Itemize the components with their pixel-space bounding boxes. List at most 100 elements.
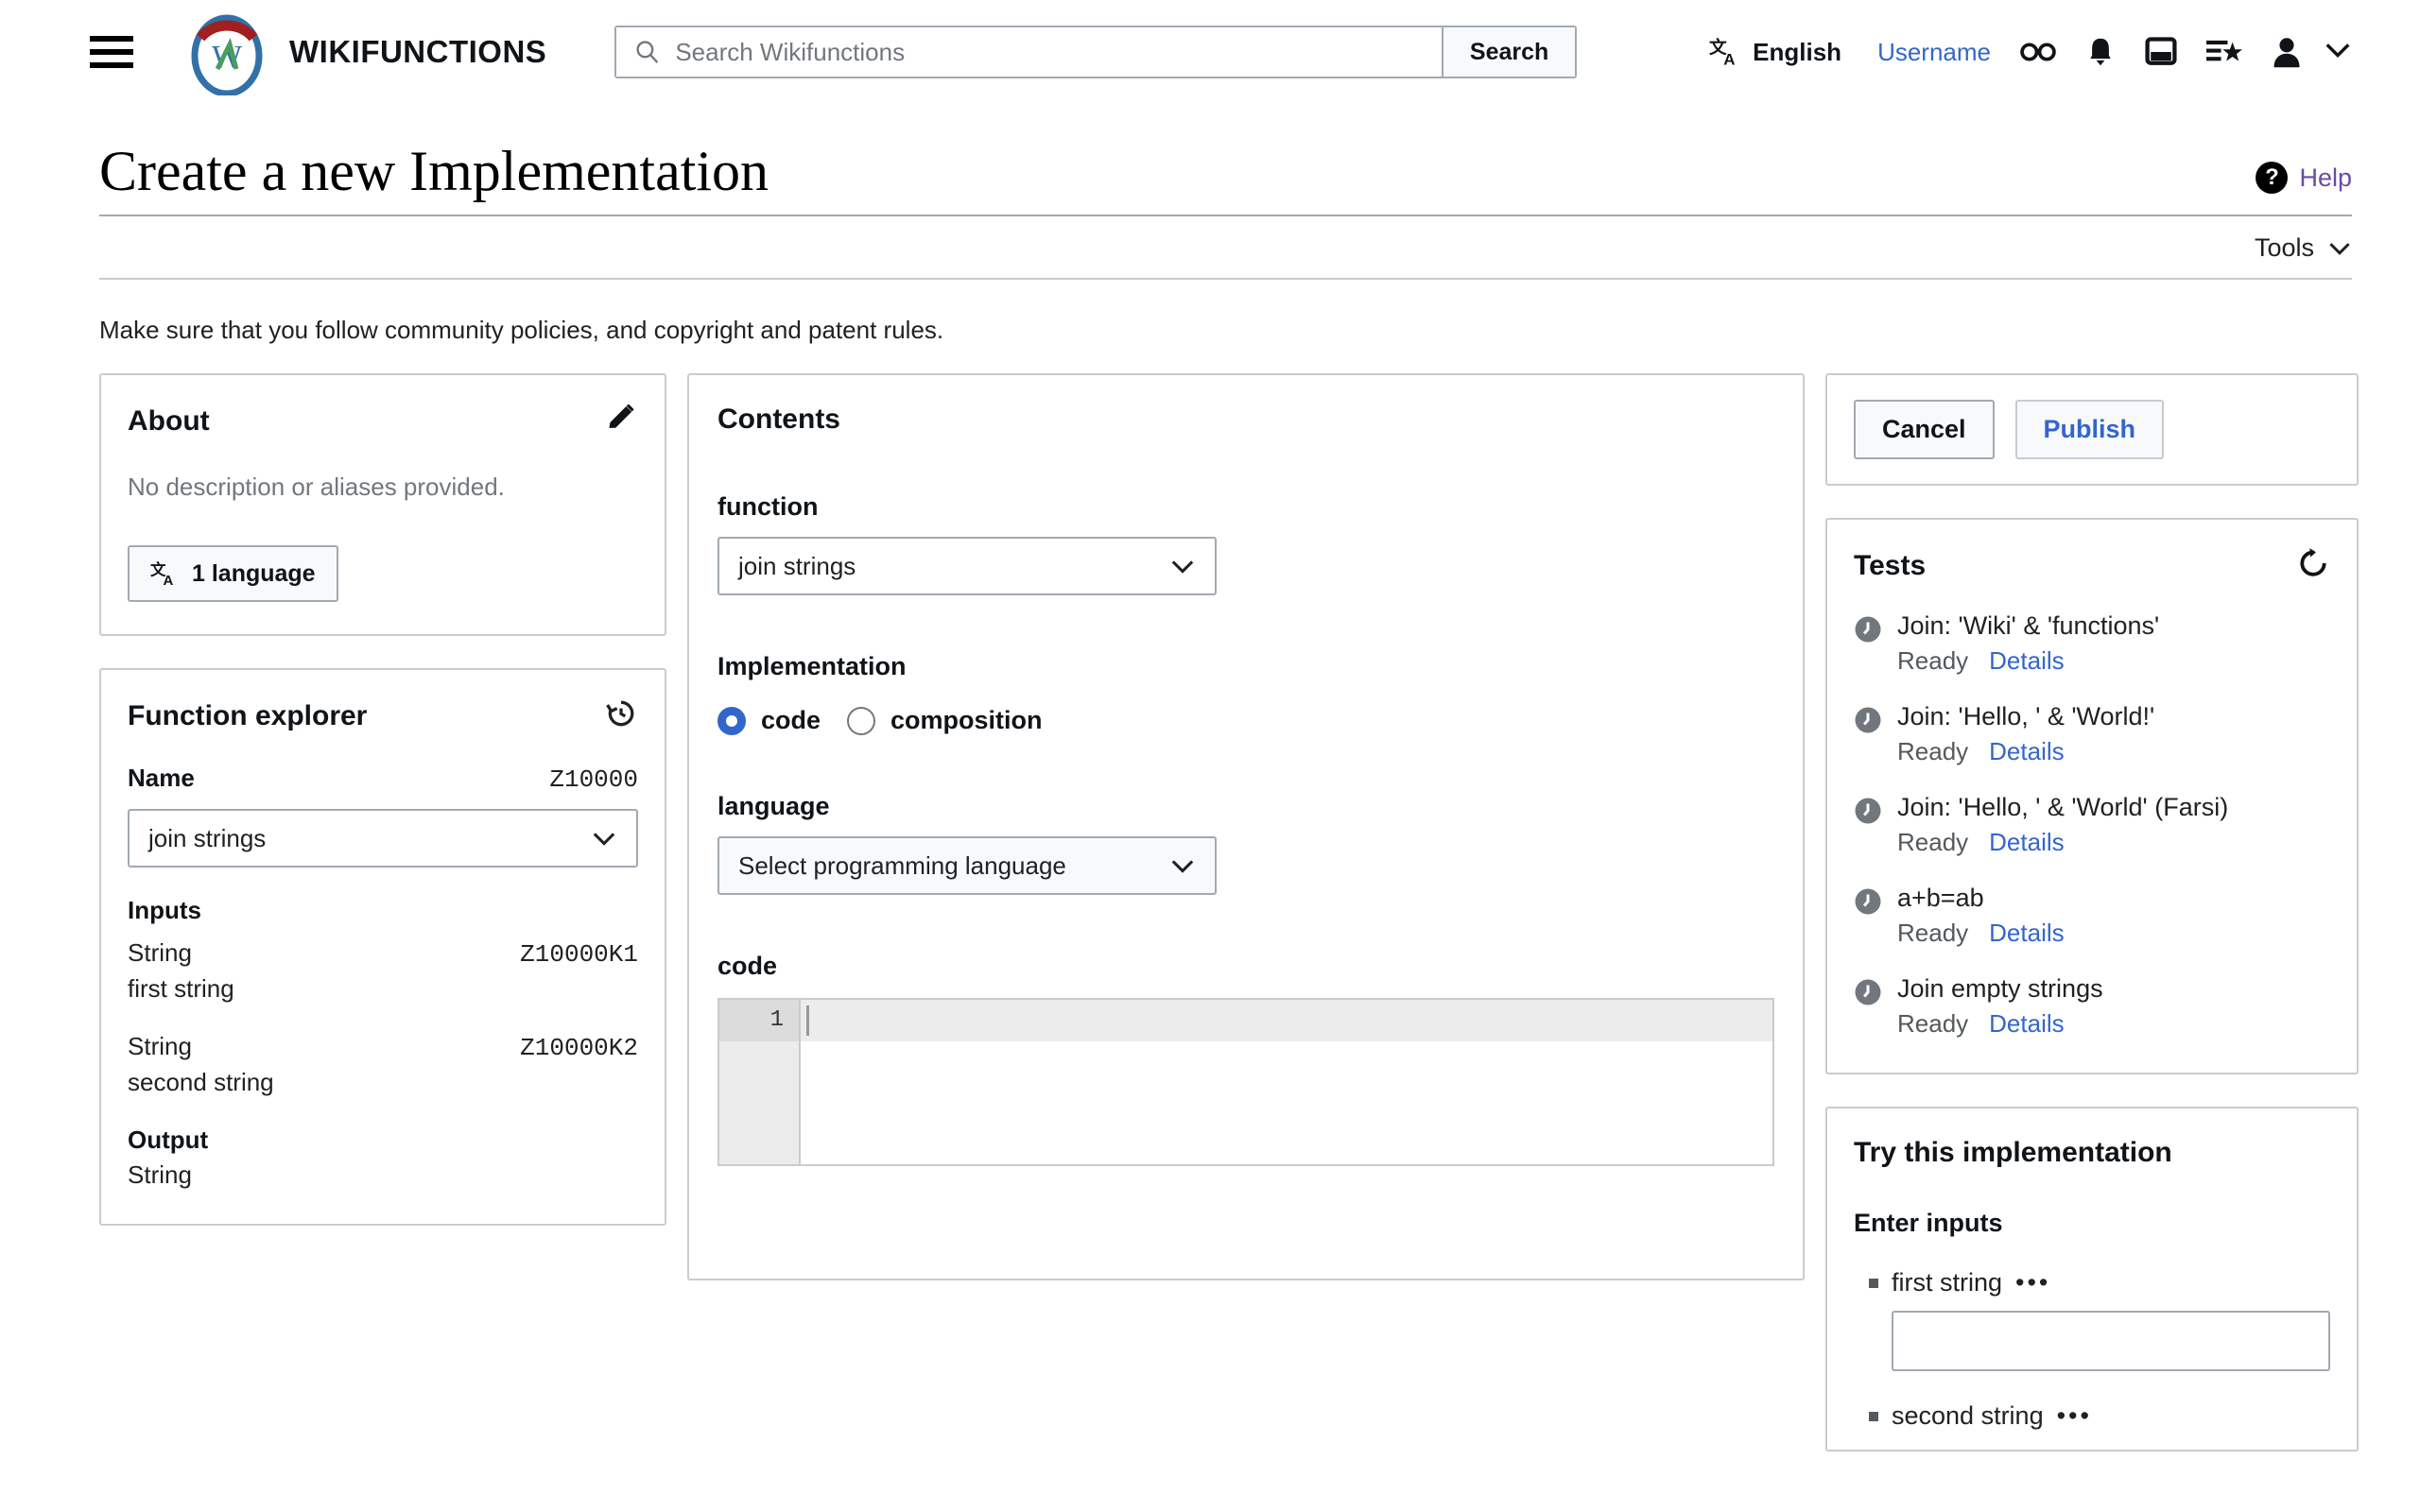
test-details-link[interactable]: Details <box>1989 646 2064 676</box>
code-gutter: 1 <box>719 1000 801 1164</box>
site-header: W WIKIFUNCTIONS Search 文 A English Usern… <box>0 0 2420 104</box>
about-card: About No description or aliases provided… <box>99 373 666 636</box>
test-details-link[interactable]: Details <box>1989 828 2064 857</box>
pencil-edit-icon[interactable] <box>604 402 638 440</box>
test-name: a+b=ab <box>1897 884 1984 912</box>
hamburger-menu-icon[interactable] <box>90 36 133 68</box>
test-row[interactable]: Join: 'Wiki' & 'functions' Ready Details <box>1854 611 2330 676</box>
watchlist-glasses-icon[interactable] <box>2019 37 2057 67</box>
language-select-value: Select programming language <box>738 850 1066 880</box>
function-explorer-title: Function explorer <box>128 699 368 731</box>
publish-button[interactable]: Publish <box>2014 400 2165 459</box>
contents-card: Contents function join strings Implement… <box>687 373 1805 1280</box>
bullet-square-icon <box>1869 1411 1878 1421</box>
tools-dropdown[interactable]: Tools <box>2255 233 2352 263</box>
about-header: About <box>128 402 638 440</box>
search-icon <box>636 41 659 63</box>
cancel-button[interactable]: Cancel <box>1854 400 1995 459</box>
user-avatar-icon[interactable] <box>2271 35 2303 69</box>
tools-label: Tools <box>2254 233 2314 262</box>
about-language-label: 1 language <box>192 559 316 587</box>
radio-code-label: code <box>761 706 821 734</box>
language-select[interactable]: Select programming language <box>717 836 1217 895</box>
chevron-down-icon <box>593 832 615 846</box>
search-box[interactable] <box>616 27 1442 77</box>
notification-bell-icon[interactable] <box>2085 35 2116 69</box>
test-details-link[interactable]: Details <box>1989 737 2064 766</box>
enter-inputs-label: Enter inputs <box>1854 1209 2003 1237</box>
test-row[interactable]: Join: 'Hello, ' & 'World!' Ready Details <box>1854 702 2330 766</box>
chevron-down-icon <box>1171 559 1194 574</box>
input-type: String <box>128 938 192 967</box>
code-text-area[interactable] <box>801 1000 1772 1164</box>
input-type: String <box>128 1032 192 1060</box>
function-zid: Z10000 <box>549 765 638 794</box>
about-title: About <box>128 404 210 437</box>
clock-pending-icon <box>1855 798 1881 824</box>
watchlist-star-icon[interactable] <box>2206 37 2242 67</box>
ellipsis-menu-icon[interactable]: ••• <box>2015 1268 2050 1297</box>
function-explorer-select[interactable]: join strings <box>128 809 638 868</box>
user-menu-chevron-down-icon[interactable] <box>2324 41 2352 64</box>
radio-code[interactable]: code <box>717 706 821 735</box>
language-label: English <box>1753 37 1842 66</box>
test-name: Join: 'Hello, ' & 'World!' <box>1897 702 2155 730</box>
search-bar: Search <box>614 26 1578 78</box>
help-label: Help <box>2299 163 2352 192</box>
about-language-button[interactable]: 文 A 1 language <box>128 545 338 602</box>
output-type: String <box>128 1160 192 1189</box>
question-mark-icon: ? <box>2256 162 2289 194</box>
tests-card: Tests Join: 'Wiki' & 'functions' Ready D… <box>1825 518 2359 1074</box>
input-description: second string <box>128 1068 274 1096</box>
try-implementation-card: Try this implementation Enter inputs fir… <box>1825 1107 2359 1452</box>
test-row[interactable]: Join: 'Hello, ' & 'World' (Farsi) Ready … <box>1854 793 2330 857</box>
title-row: Create a new Implementation ? Help <box>99 142 2352 216</box>
search-input[interactable] <box>675 37 1423 67</box>
try-input-label: second string <box>1892 1401 2044 1430</box>
translate-icon: 文 A <box>1709 38 1736 68</box>
chevron-down-icon <box>2329 242 2350 255</box>
test-row[interactable]: Join empty strings Ready Details <box>1854 974 2330 1039</box>
function-explorer-selected-value: join strings <box>148 823 267 852</box>
search-button[interactable]: Search <box>1441 27 1576 77</box>
input-entry: String Z10000K1 first string <box>128 938 638 1004</box>
about-description: No description or aliases provided. <box>128 472 505 501</box>
main-content: About No description or aliases provided… <box>0 373 2420 1452</box>
language-field-label: language <box>717 792 830 820</box>
radio-composition[interactable]: composition <box>847 706 1043 735</box>
tests-title: Tests <box>1854 549 1927 581</box>
implementation-radio-group: code composition <box>717 706 1774 735</box>
test-status: Ready <box>1897 919 1969 947</box>
site-logo[interactable]: W WIKIFUNCTIONS <box>187 9 546 95</box>
talk-page-icon[interactable] <box>2144 36 2178 68</box>
test-name: Join empty strings <box>1897 974 2103 1003</box>
test-details-link[interactable]: Details <box>1989 1009 2064 1039</box>
function-name-label: Name <box>128 764 195 792</box>
function-select[interactable]: join strings <box>717 537 1217 595</box>
clock-pending-icon <box>1855 888 1881 915</box>
function-explorer-header: Function explorer <box>128 696 638 735</box>
try-input-first-string[interactable] <box>1892 1311 2330 1371</box>
test-status: Ready <box>1897 828 1969 856</box>
username-link[interactable]: Username <box>1877 38 1991 67</box>
tests-header: Tests <box>1854 546 2330 585</box>
test-details-link[interactable]: Details <box>1989 919 2064 948</box>
function-field: function join strings <box>717 492 1774 595</box>
test-status: Ready <box>1897 1009 1969 1038</box>
bullet-square-icon <box>1869 1278 1878 1288</box>
code-editor[interactable]: 1 <box>717 998 1774 1166</box>
help-link[interactable]: ? Help <box>2256 162 2352 194</box>
refresh-icon[interactable] <box>2296 546 2330 585</box>
language-selector[interactable]: 文 A English <box>1709 36 1842 69</box>
input-entry: String Z10000K2 second string <box>128 1032 638 1097</box>
function-explorer-card: Function explorer Name Z10000 join strin… <box>99 668 666 1226</box>
test-row[interactable]: a+b=ab Ready Details <box>1854 884 2330 948</box>
clock-pending-icon <box>1855 979 1881 1005</box>
history-revert-icon[interactable] <box>604 696 638 735</box>
svg-text:A: A <box>164 573 174 588</box>
try-input-group: first string ••• <box>1854 1268 2330 1371</box>
test-name: Join: 'Hello, ' & 'World' (Farsi) <box>1897 793 2229 821</box>
ellipsis-menu-icon[interactable]: ••• <box>2057 1401 2092 1431</box>
clock-pending-icon <box>1855 707 1881 733</box>
try-input-label: first string <box>1892 1268 2003 1297</box>
